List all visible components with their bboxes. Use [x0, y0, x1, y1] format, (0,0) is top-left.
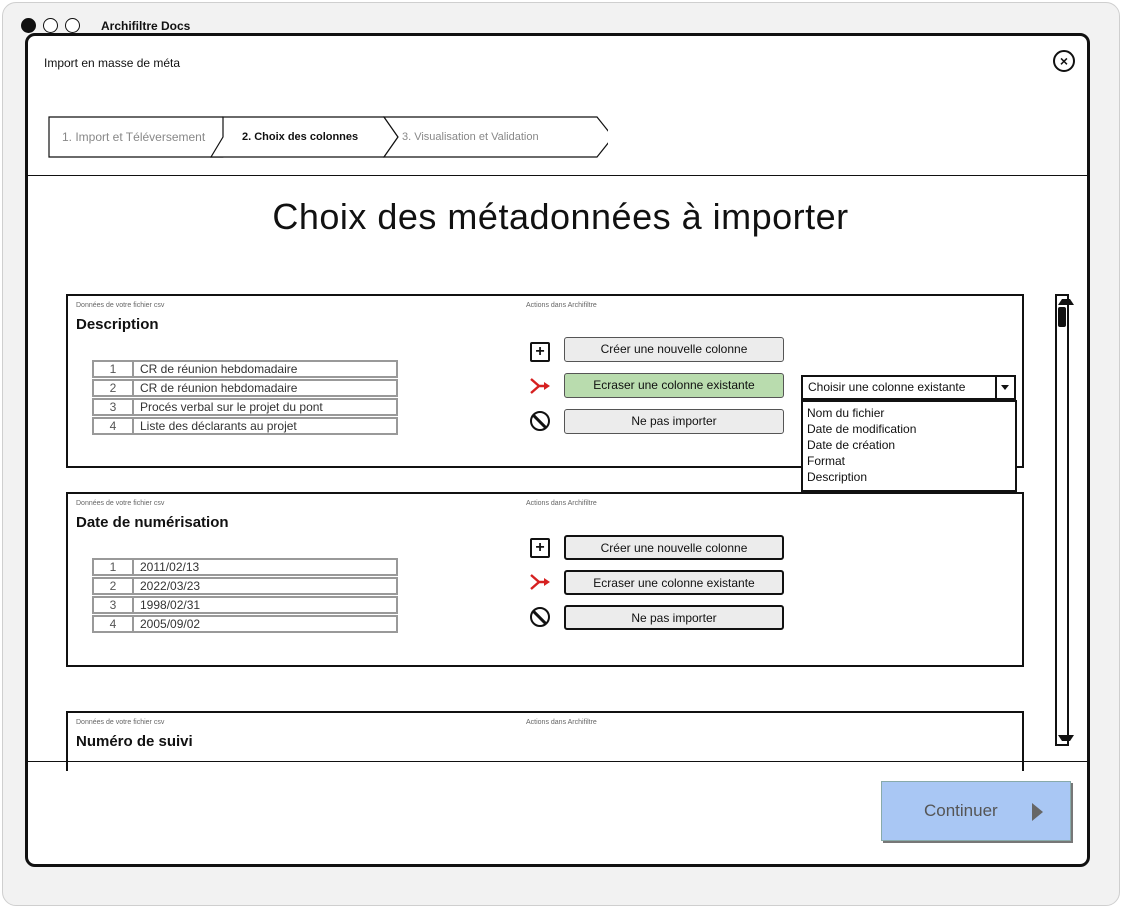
table-row: 4 Liste des déclarants au projet	[92, 417, 398, 435]
column-dropdown-list: Nom du fichier Date de modification Date…	[801, 400, 1017, 492]
scroll-thumb[interactable]	[1058, 307, 1066, 327]
window-controls	[21, 18, 80, 33]
dropdown-option[interactable]: Description	[807, 469, 1011, 485]
create-column-button[interactable]: Créer une nouvelle colonne	[564, 337, 784, 362]
row-number: 1	[94, 362, 134, 376]
field-name: Description	[76, 316, 159, 333]
row-value: CR de réunion hebdomadaire	[140, 362, 298, 376]
row-number: 4	[94, 419, 134, 433]
select-value: Choisir une colonne existante	[808, 380, 966, 394]
scroll-down-icon[interactable]	[1058, 735, 1074, 741]
dialog-title: Import en masse de méta	[44, 56, 181, 70]
field-name: Date de numérisation	[76, 514, 229, 531]
row-number: 2	[94, 381, 134, 395]
row-value: 1998/02/31	[140, 598, 201, 612]
merge-arrow-icon	[530, 574, 550, 590]
skip-import-button[interactable]: Ne pas importer	[564, 409, 784, 434]
row-number: 4	[94, 617, 134, 631]
existing-column-select[interactable]: Choisir une colonne existante	[801, 375, 1016, 400]
dropdown-option[interactable]: Format	[807, 453, 1011, 469]
overwrite-column-button[interactable]: Ecraser une colonne existante	[564, 373, 784, 398]
table-row: 1 2011/02/13	[92, 558, 398, 576]
dropdown-option[interactable]: Nom du fichier	[807, 405, 1011, 421]
continue-label: Continuer	[924, 801, 998, 820]
field-name: Numéro de suivi	[76, 733, 193, 750]
skip-import-button[interactable]: Ne pas importer	[564, 605, 784, 630]
app-title: Archifiltre Docs	[101, 19, 191, 33]
sample-rows: 1 2011/02/13 2 2022/03/23 3 1998/02/31 4 200…	[92, 558, 398, 634]
actions-label: Actions dans Archifiltre	[526, 302, 597, 309]
row-value: CR de réunion hebdomadaire	[140, 381, 298, 395]
step-2[interactable]: 2. Choix des colonnes	[242, 131, 358, 143]
window-minimize-dot[interactable]	[43, 18, 58, 33]
overwrite-column-button[interactable]: Ecraser une colonne existante	[564, 570, 784, 595]
sample-rows: 1 CR de réunion hebdomadaire 2 CR de réuni…	[92, 360, 398, 436]
ban-icon	[530, 607, 550, 627]
actions-label: Actions dans Archifiltre	[526, 500, 597, 507]
mapping-panel-date: Données de votre fichier csv Actions dan…	[66, 492, 1024, 667]
row-value: 2022/03/23	[140, 579, 201, 593]
row-number: 3	[94, 598, 134, 612]
csv-data-label: Données de votre fichier csv	[76, 302, 165, 309]
csv-data-label: Données de votre fichier csv	[76, 500, 165, 507]
chevron-down-icon[interactable]	[995, 377, 1014, 398]
row-value: 2005/09/02	[140, 617, 201, 631]
step-1[interactable]: 1. Import et Téléversement	[62, 130, 205, 144]
dropdown-option[interactable]: Date de modification	[807, 421, 1011, 437]
step-3[interactable]: 3. Visualisation et Validation	[402, 131, 539, 143]
table-row: 4 2005/09/02	[92, 615, 398, 633]
csv-data-label: Données de votre fichier csv	[76, 719, 165, 726]
mapping-panel-tracking-number: Données de votre fichier csv Actions dan…	[66, 711, 1024, 771]
row-value: 2011/02/13	[140, 560, 200, 574]
close-icon[interactable]: ×	[1053, 50, 1075, 72]
divider-bottom	[28, 761, 1087, 762]
merge-arrow-icon	[530, 378, 550, 394]
dropdown-option[interactable]: Date de création	[807, 437, 1011, 453]
window-maximize-dot[interactable]	[65, 18, 80, 33]
row-number: 3	[94, 400, 134, 414]
scroll-up-icon[interactable]	[1058, 299, 1074, 305]
window-close-dot[interactable]	[21, 18, 36, 33]
row-number: 2	[94, 579, 134, 593]
scrollbar[interactable]	[1055, 294, 1074, 746]
page-heading: Choix des métadonnées à importer	[272, 196, 849, 237]
table-row: 2 CR de réunion hebdomadaire	[92, 379, 398, 397]
table-row: 3 Procés verbal sur le projet du pont	[92, 398, 398, 416]
row-value: Liste des déclarants au projet	[140, 419, 297, 433]
play-arrow-icon	[1032, 803, 1043, 821]
table-row: 3 1998/02/31	[92, 596, 398, 614]
plus-icon: +	[530, 538, 550, 558]
create-column-button[interactable]: Créer une nouvelle colonne	[564, 535, 784, 560]
plus-icon: +	[530, 342, 550, 362]
ban-icon	[530, 411, 550, 431]
continue-button[interactable]: Continuer	[881, 781, 1071, 841]
stepper: 1. Import et Téléversement 2. Choix des …	[48, 116, 608, 158]
actions-label: Actions dans Archifiltre	[526, 719, 597, 726]
row-value: Procés verbal sur le projet du pont	[140, 400, 323, 414]
import-dialog: Import en masse de méta × 1. Import et T…	[25, 33, 1090, 867]
table-row: 1 CR de réunion hebdomadaire	[92, 360, 398, 378]
table-row: 2 2022/03/23	[92, 577, 398, 595]
divider-top	[28, 175, 1087, 176]
row-number: 1	[94, 560, 134, 574]
